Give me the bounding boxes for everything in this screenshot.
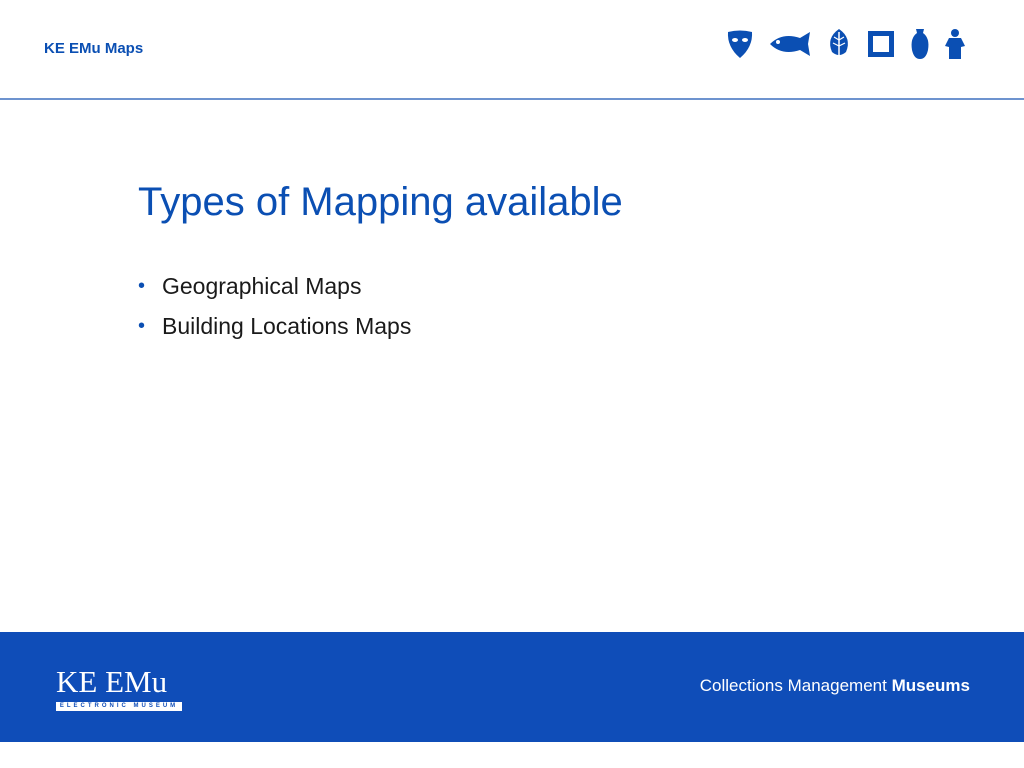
header-divider — [0, 98, 1024, 100]
frame-icon — [868, 31, 894, 57]
bullet-icon: • — [138, 275, 146, 297]
logo-subtext: ELECTRONIC MUSEUM — [56, 702, 182, 711]
vase-icon — [911, 29, 929, 59]
bullet-item: • Geographical Maps — [138, 272, 411, 312]
leaf-icon — [830, 29, 848, 59]
tagline-bold: Museums — [891, 676, 970, 695]
bullet-item: • Building Locations Maps — [138, 312, 411, 352]
ke-emu-logo: KE EMu ELECTRONIC MUSEUM — [56, 666, 182, 711]
bullet-text: Building Locations Maps — [162, 313, 412, 339]
footer-band: KE EMu ELECTRONIC MUSEUM Collections Man… — [0, 632, 1024, 742]
slide-title: Types of Mapping available — [138, 180, 623, 224]
bullet-list: • Geographical Maps • Building Locations… — [138, 272, 411, 352]
mask-icon — [727, 30, 753, 58]
header-title: KE EMu Maps — [44, 40, 144, 57]
statue-icon — [945, 29, 965, 59]
logo-text: KE EMu — [56, 664, 168, 699]
bullet-text: Geographical Maps — [162, 273, 362, 299]
header-icon-strip — [726, 24, 980, 64]
tagline-regular: Collections Management — [699, 676, 887, 695]
footer-tagline: Collections Management Museums — [700, 676, 970, 696]
fish-icon — [770, 32, 810, 56]
bullet-icon: • — [138, 315, 146, 337]
